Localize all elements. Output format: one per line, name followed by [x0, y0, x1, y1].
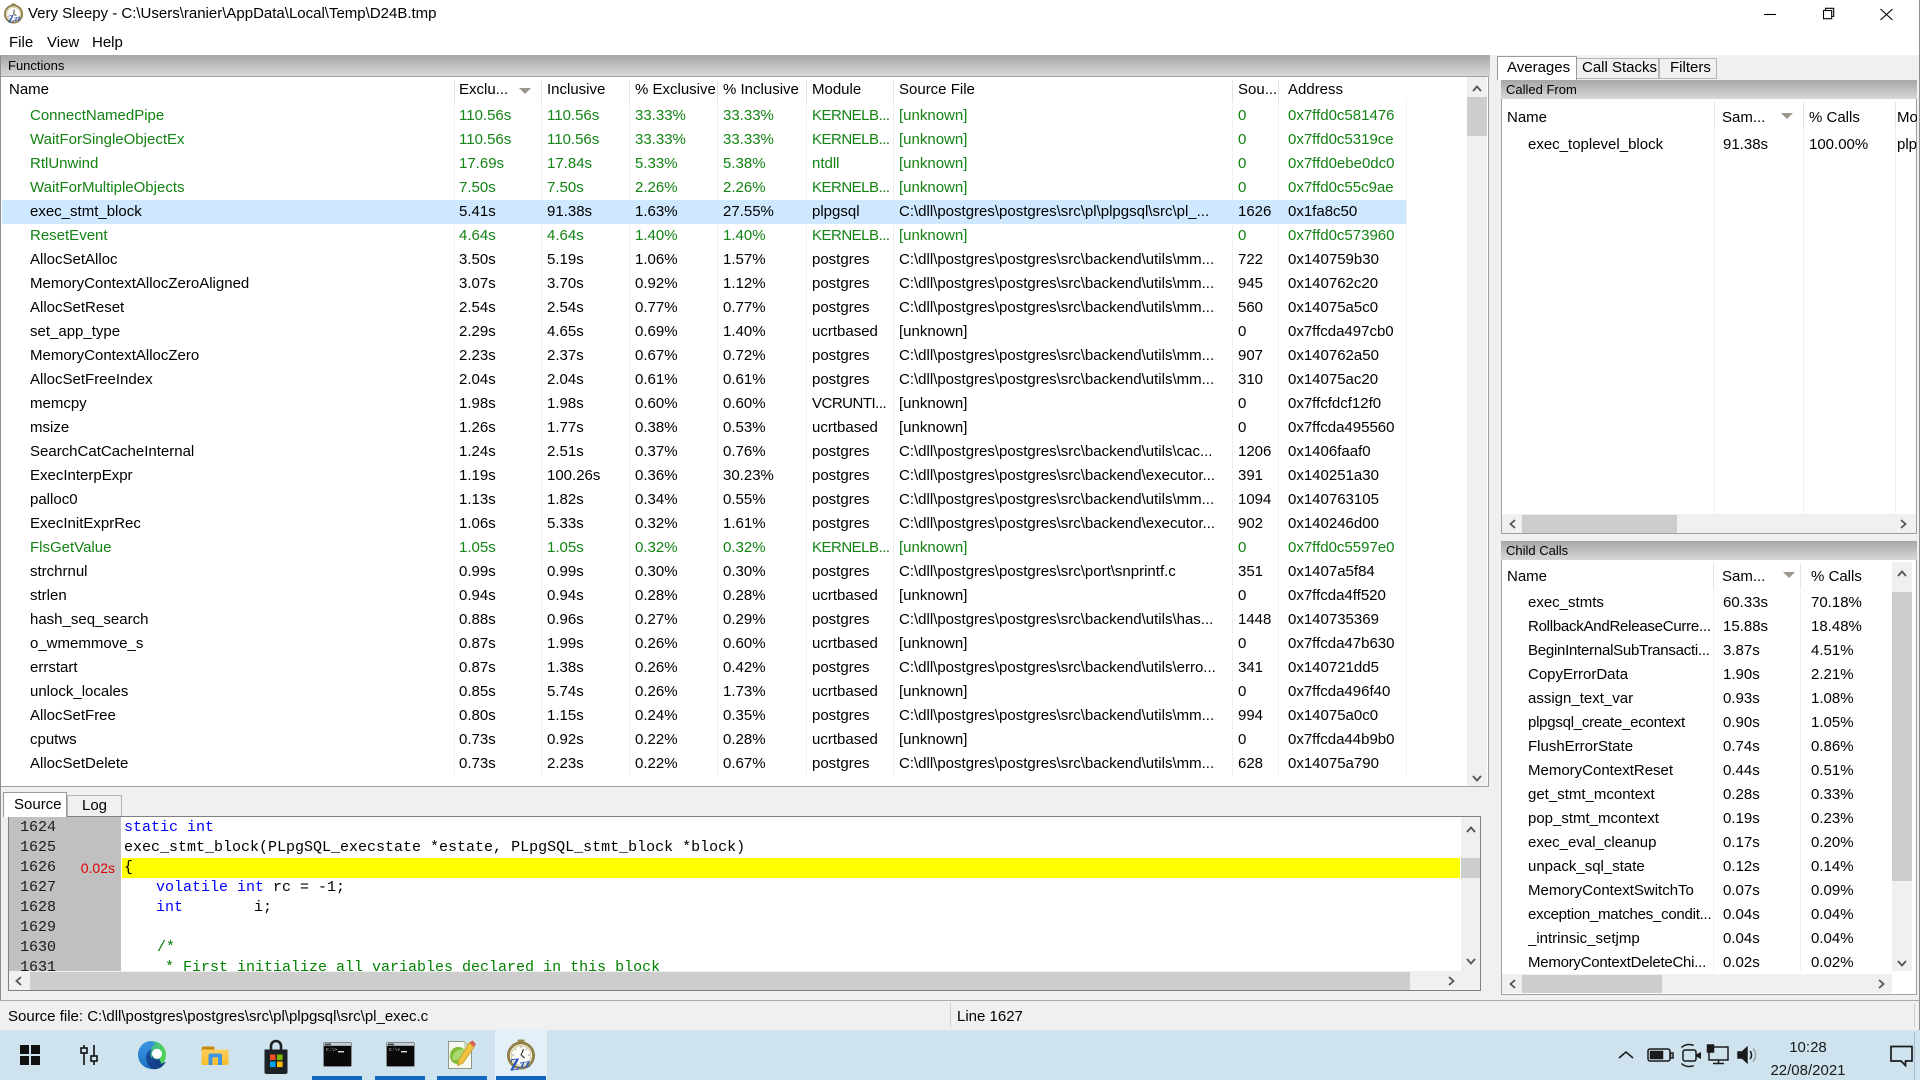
svg-text:Zzz: Zzz: [507, 1053, 532, 1075]
svg-text:C:\>: C:\>: [389, 1047, 400, 1053]
svg-text:C:\>: C:\>: [326, 1047, 337, 1053]
svg-text:Zzz: Zzz: [6, 13, 22, 24]
